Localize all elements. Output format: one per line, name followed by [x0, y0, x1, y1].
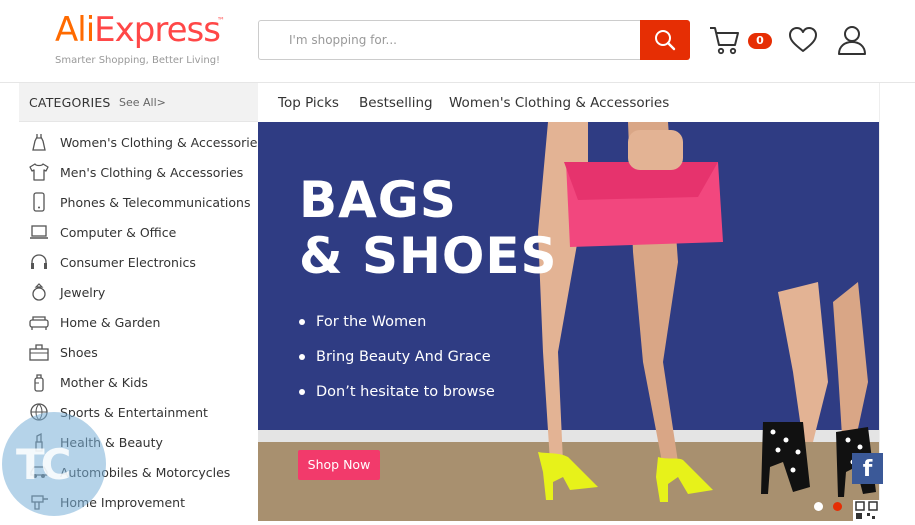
sidebar-item-label: Jewelry — [60, 285, 106, 300]
banner-bullet: Bring Beauty And Grace — [299, 349, 491, 365]
sidebar-item-label: Shoes — [60, 345, 98, 360]
qr-code-button[interactable] — [853, 500, 881, 521]
watermark-text: TC — [16, 440, 72, 489]
top-nav: Top Picks Bestselling Women's Clothing &… — [258, 83, 915, 121]
facebook-icon: f — [862, 457, 873, 482]
banner-title-line2: & SHOES — [299, 227, 558, 285]
sidebar-item-mens-clothing[interactable]: Men's Clothing & Accessories — [19, 157, 258, 187]
sidebar-item-label: Home & Garden — [60, 315, 161, 330]
hero-banner[interactable]: BAGS & SHOES For the Women Bring Beauty … — [258, 122, 879, 521]
dress-icon — [29, 133, 49, 151]
cart-button[interactable] — [708, 24, 742, 56]
logo-tagline: Smarter Shopping, Better Living! — [55, 55, 221, 66]
tc-watermark-logo: TC — [2, 412, 106, 516]
phone-icon — [29, 192, 49, 212]
sidebar-item-label: Phones & Telecommunications — [60, 195, 251, 210]
shirt-icon — [29, 163, 49, 181]
bottle-icon — [29, 373, 49, 392]
user-icon — [838, 26, 866, 55]
bullet-dot-icon — [299, 319, 305, 325]
qr-code-icon — [855, 501, 878, 519]
sidebar-item-label: Computer & Office — [60, 225, 177, 240]
bullet-dot-icon — [299, 389, 305, 395]
headphones-icon — [29, 253, 49, 271]
ring-icon — [29, 283, 49, 301]
logo-wordmark: AliExpress — [55, 10, 221, 50]
see-all-link[interactable]: See All> — [119, 96, 166, 109]
header: AliExpress ™ Smarter Shopping, Better Li… — [0, 0, 915, 83]
bullet-text: Don’t hesitate to browse — [316, 384, 495, 400]
banner-bullet: Don’t hesitate to browse — [299, 384, 495, 400]
facebook-share-button[interactable]: f — [852, 453, 883, 484]
sidebar-item-shoes[interactable]: Shoes — [19, 337, 258, 367]
topnav-top-picks[interactable]: Top Picks — [278, 95, 339, 111]
sofa-icon — [29, 313, 49, 331]
sidebar-item-label: Men's Clothing & Accessories — [60, 165, 244, 180]
bullet-text: For the Women — [316, 314, 427, 330]
topnav-bestselling[interactable]: Bestselling — [359, 95, 433, 111]
banner-bullet: For the Women — [299, 314, 426, 330]
bullet-dot-icon — [299, 354, 305, 360]
heart-icon — [789, 27, 817, 52]
sidebar-item-home-garden[interactable]: Home & Garden — [19, 307, 258, 337]
categories-header: CATEGORIES See All> — [19, 83, 258, 122]
search-button[interactable] — [640, 20, 690, 60]
search-bar — [258, 20, 690, 60]
right-gutter — [879, 83, 915, 521]
account-button[interactable] — [836, 24, 868, 56]
bullet-text: Bring Beauty And Grace — [316, 349, 491, 365]
search-icon — [655, 30, 676, 51]
shoebox-icon — [29, 343, 49, 361]
sidebar-item-jewelry[interactable]: Jewelry — [19, 277, 258, 307]
topnav-womens-clothing[interactable]: Women's Clothing & Accessories — [449, 95, 669, 111]
sidebar-item-computer-office[interactable]: Computer & Office — [19, 217, 258, 247]
cart-icon — [710, 27, 739, 55]
wishlist-button[interactable] — [788, 26, 818, 54]
sidebar-item-label: Women's Clothing & Accessories — [60, 135, 264, 150]
logo-trademark: ™ — [217, 16, 225, 25]
banner-title-line1: BAGS — [299, 171, 457, 229]
cart-count-badge: 0 — [748, 33, 772, 49]
sidebar-item-label: Mother & Kids — [60, 375, 148, 390]
laptop-icon — [29, 223, 49, 241]
logo-ali: Ali — [55, 10, 95, 50]
banner-title: BAGS & SHOES — [299, 172, 558, 284]
sidebar-item-phones[interactable]: Phones & Telecommunications — [19, 187, 258, 217]
categories-title: CATEGORIES — [29, 95, 111, 110]
aliexpress-logo[interactable]: AliExpress ™ Smarter Shopping, Better Li… — [55, 10, 230, 70]
sidebar-item-label: Sports & Entertainment — [60, 405, 208, 420]
search-input[interactable] — [258, 20, 640, 60]
logo-express: Express — [94, 10, 221, 50]
sidebar-item-mother-kids[interactable]: Mother & Kids — [19, 367, 258, 397]
carousel-dot-2[interactable] — [833, 502, 842, 511]
sidebar-item-label: Consumer Electronics — [60, 255, 196, 270]
carousel-dot-1[interactable] — [814, 502, 823, 511]
sidebar-item-consumer-electronics[interactable]: Consumer Electronics — [19, 247, 258, 277]
shop-now-button[interactable]: Shop Now — [298, 450, 380, 480]
sidebar-item-womens-clothing[interactable]: Women's Clothing & Accessories — [19, 127, 264, 157]
